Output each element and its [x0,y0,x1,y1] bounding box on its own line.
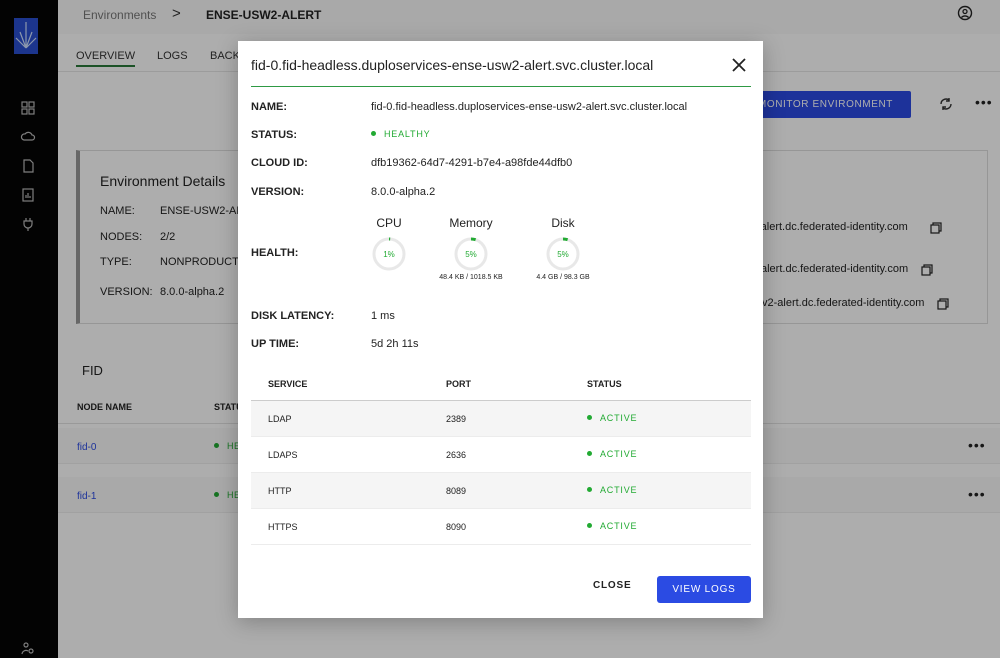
service-status: ACTIVE [587,413,637,423]
table-row: HTTPS 8090 ACTIVE [251,509,751,545]
gauge-detail: 48.4 KB / 1018.5 KB [439,274,503,281]
disk-gauge: Disk 5% 4.4 GB / 98.3 GB [530,216,596,281]
name-label: NAME: [251,101,288,113]
service-name: LDAP [268,414,292,424]
title-divider [251,86,751,87]
service-status: ACTIVE [587,521,637,531]
modal-title: fid-0.fid-headless.duploservices-ense-us… [251,57,654,73]
service-port: 2389 [446,414,467,424]
services-table-header: SERVICE PORT STATUS [251,370,751,401]
service-port: 8090 [446,522,467,532]
service-name: LDAPS [268,450,298,460]
service-name: HTTPS [268,522,298,532]
gauge-ring: 5% [545,236,581,272]
status-dot-icon [371,131,376,137]
services-table: SERVICE PORT STATUS LDAP 2389 ACTIVE LDA… [251,370,751,545]
close-icon[interactable] [731,57,747,73]
gauge-percent-label: 5% [557,250,569,259]
health-label: HEALTH: [251,247,299,259]
close-button[interactable]: CLOSE [593,580,631,591]
disk-latency-value: 1 ms [371,310,395,322]
service-status: ACTIVE [587,485,637,495]
service-port: 2636 [446,450,467,460]
service-status: ACTIVE [587,449,637,459]
uptime-value: 5d 2h 11s [371,338,419,350]
status-label: STATUS: [251,129,298,141]
memory-gauge: Memory 5% 48.4 KB / 1018.5 KB [433,216,509,281]
node-details-modal: fid-0.fid-headless.duploservices-ense-us… [238,41,763,618]
view-logs-button[interactable]: VIEW LOGS [657,576,751,603]
column-port: PORT [446,379,472,389]
table-row: LDAPS 2636 ACTIVE [251,437,751,473]
version-value: 8.0.0-alpha.2 [371,186,436,198]
cpu-gauge: CPU 1% [356,216,422,274]
gauge-detail: 4.4 GB / 98.3 GB [536,274,590,281]
cloud-id-value: dfb19362-64d7-4291-b7e4-a98fde44dfb0 [371,157,573,169]
gauge-percent-label: 1% [383,250,395,259]
gauge-ring: 1% [371,236,407,272]
gauge-title: CPU [376,216,402,230]
cloud-id-label: CLOUD ID: [251,157,308,169]
gauge-title: Disk [551,216,575,230]
status-badge: HEALTHY [371,129,430,139]
column-status: STATUS [587,379,622,389]
gauge-ring: 5% [453,236,489,272]
uptime-label: UP TIME: [251,338,300,350]
table-row: LDAP 2389 ACTIVE [251,401,751,437]
disk-latency-label: DISK LATENCY: [251,310,335,322]
name-value: fid-0.fid-headless.duploservices-ense-us… [371,101,688,113]
service-port: 8089 [446,486,467,496]
service-name: HTTP [268,486,292,496]
gauge-percent-label: 5% [465,250,477,259]
column-service: SERVICE [268,379,308,389]
gauge-title: Memory [449,216,493,230]
table-row: HTTP 8089 ACTIVE [251,473,751,509]
version-label: VERSION: [251,186,305,198]
